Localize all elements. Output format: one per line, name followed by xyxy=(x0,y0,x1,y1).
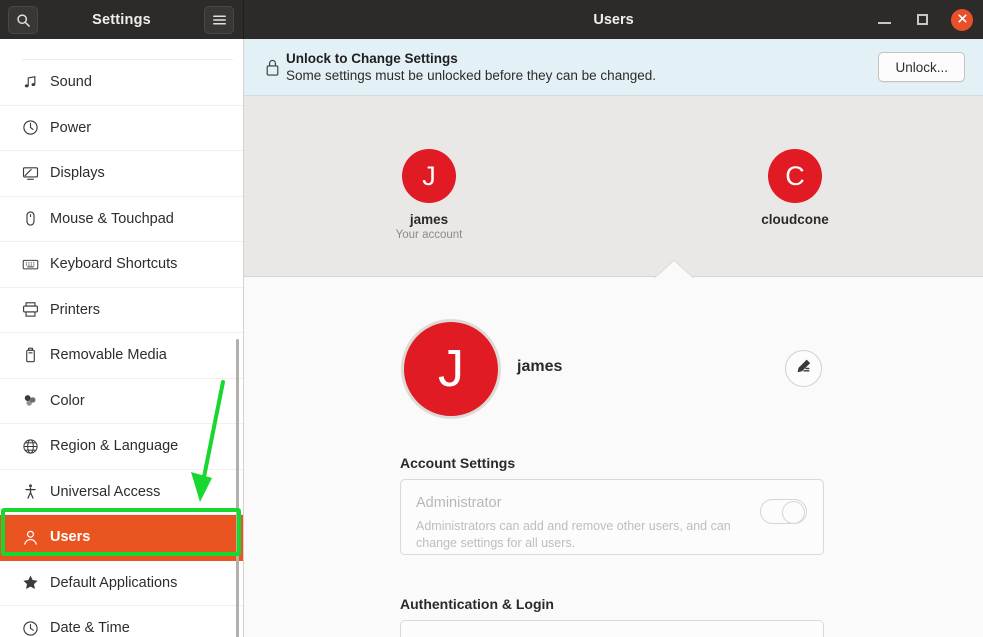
sidebar-item-label: Keyboard Shortcuts xyxy=(50,256,178,273)
sidebar-item-keyboard-shortcuts[interactable]: Keyboard Shortcuts xyxy=(0,242,243,288)
user-icon xyxy=(22,529,48,546)
menu-button[interactable] xyxy=(204,6,234,34)
hamburger-menu-icon xyxy=(212,14,227,26)
content-pane: Unlock to Change Settings Some settings … xyxy=(244,39,983,637)
sidebar-item-label: Displays xyxy=(50,165,105,182)
administrator-toggle[interactable] xyxy=(760,499,807,524)
sidebar-item-displays[interactable]: Displays xyxy=(0,151,243,197)
pencil-edit-icon xyxy=(795,358,812,380)
search-icon xyxy=(16,13,31,28)
power-icon xyxy=(22,119,48,136)
edit-user-button[interactable] xyxy=(785,350,822,387)
carousel-user-cloudcone[interactable]: C cloudcone xyxy=(720,149,870,227)
mouse-icon xyxy=(22,210,48,227)
unlock-button[interactable]: Unlock... xyxy=(878,52,965,82)
user-detail: J james Account Settings Administrator A… xyxy=(244,278,983,637)
user-carousel: J james Your account C cloudcone xyxy=(244,96,983,277)
keyboard-icon xyxy=(22,256,48,273)
removable-media-icon xyxy=(22,347,48,364)
close-button[interactable] xyxy=(951,8,973,31)
maximize-icon xyxy=(917,14,928,25)
administrator-label: Administrator xyxy=(416,495,502,511)
sidebar-item-label: Region & Language xyxy=(50,438,179,455)
sidebar-item-label: Power xyxy=(50,119,92,136)
star-icon xyxy=(22,574,48,591)
sidebar-item-label: Sound xyxy=(50,74,92,91)
search-button[interactable] xyxy=(8,6,38,34)
clock-icon xyxy=(22,620,48,637)
globe-icon xyxy=(22,438,48,455)
carousel-user-name: cloudcone xyxy=(761,212,829,227)
sidebar-item-label: Printers xyxy=(50,301,100,318)
sidebar-item-label: Users xyxy=(50,529,91,546)
displays-icon xyxy=(22,165,48,182)
sidebar-item-universal-access[interactable]: Universal Access xyxy=(0,470,243,515)
printer-icon xyxy=(22,301,48,318)
sidebar-list: Sound Power Displays Mouse & Touchpad Ke… xyxy=(0,60,243,637)
administrator-description: Administrators can add and remove other … xyxy=(416,519,731,550)
carousel-user-name: james xyxy=(409,212,449,227)
carousel-user-subtitle: Your account xyxy=(395,229,463,241)
sidebar-item-removable-media[interactable]: Removable Media xyxy=(0,333,243,379)
sidebar-scrollbar[interactable] xyxy=(236,339,239,637)
sidebar-item-label: Mouse & Touchpad xyxy=(50,210,174,227)
sidebar-item-mouse-touchpad[interactable]: Mouse & Touchpad xyxy=(0,197,243,242)
settings-window: Settings Users Sound Power Displays Mous… xyxy=(0,0,983,637)
window-controls xyxy=(875,0,973,39)
sidebar-item-label: Removable Media xyxy=(50,347,167,364)
sound-icon xyxy=(22,74,48,91)
close-icon xyxy=(957,11,968,29)
avatar: J xyxy=(402,149,456,203)
sidebar-item-label: Color xyxy=(50,392,85,409)
administrator-card: Administrator Administrators can add and… xyxy=(400,479,824,555)
user-avatar-large[interactable]: J xyxy=(401,319,501,419)
sidebar-item-sound[interactable]: Sound xyxy=(0,60,243,106)
avatar: C xyxy=(768,149,822,203)
account-settings-heading: Account Settings xyxy=(400,455,516,471)
titlebar: Settings Users xyxy=(0,0,983,39)
sidebar: Sound Power Displays Mouse & Touchpad Ke… xyxy=(0,39,244,637)
titlebar-left: Settings xyxy=(0,0,244,39)
unlock-banner: Unlock to Change Settings Some settings … xyxy=(244,39,983,96)
minimize-icon xyxy=(878,22,891,24)
carousel-user-james[interactable]: J james Your account xyxy=(354,149,504,241)
toggle-knob xyxy=(782,501,805,524)
minimize-button[interactable] xyxy=(875,10,894,29)
sidebar-item-date-time[interactable]: Date & Time xyxy=(0,606,243,637)
sidebar-item-region-language[interactable]: Region & Language xyxy=(0,424,243,470)
maximize-button[interactable] xyxy=(913,10,932,29)
password-row[interactable]: Password ••••• xyxy=(400,620,824,637)
unlock-banner-text: Unlock to Change Settings Some settings … xyxy=(286,50,878,85)
authentication-login-heading: Authentication & Login xyxy=(400,596,554,612)
sidebar-item-color[interactable]: Color xyxy=(0,379,243,424)
sidebar-item-label: Date & Time xyxy=(50,620,130,637)
titlebar-right: Users xyxy=(244,0,983,39)
sidebar-item-users[interactable]: Users xyxy=(0,515,243,561)
panel-title: Users xyxy=(593,11,634,28)
user-display-name: james xyxy=(517,358,563,375)
unlock-banner-title: Unlock to Change Settings xyxy=(286,50,458,66)
sidebar-item-default-applications[interactable]: Default Applications xyxy=(0,561,243,606)
sidebar-item-printers[interactable]: Printers xyxy=(0,288,243,333)
selected-user-pointer xyxy=(655,261,693,278)
sidebar-item-label: Default Applications xyxy=(50,574,178,591)
sidebar-item-label: Universal Access xyxy=(50,483,161,500)
sidebar-item-power[interactable]: Power xyxy=(0,106,243,151)
color-icon xyxy=(22,392,48,409)
accessibility-icon xyxy=(22,483,48,500)
lock-icon xyxy=(258,58,286,77)
unlock-banner-subtitle: Some settings must be unlocked before th… xyxy=(286,67,656,83)
